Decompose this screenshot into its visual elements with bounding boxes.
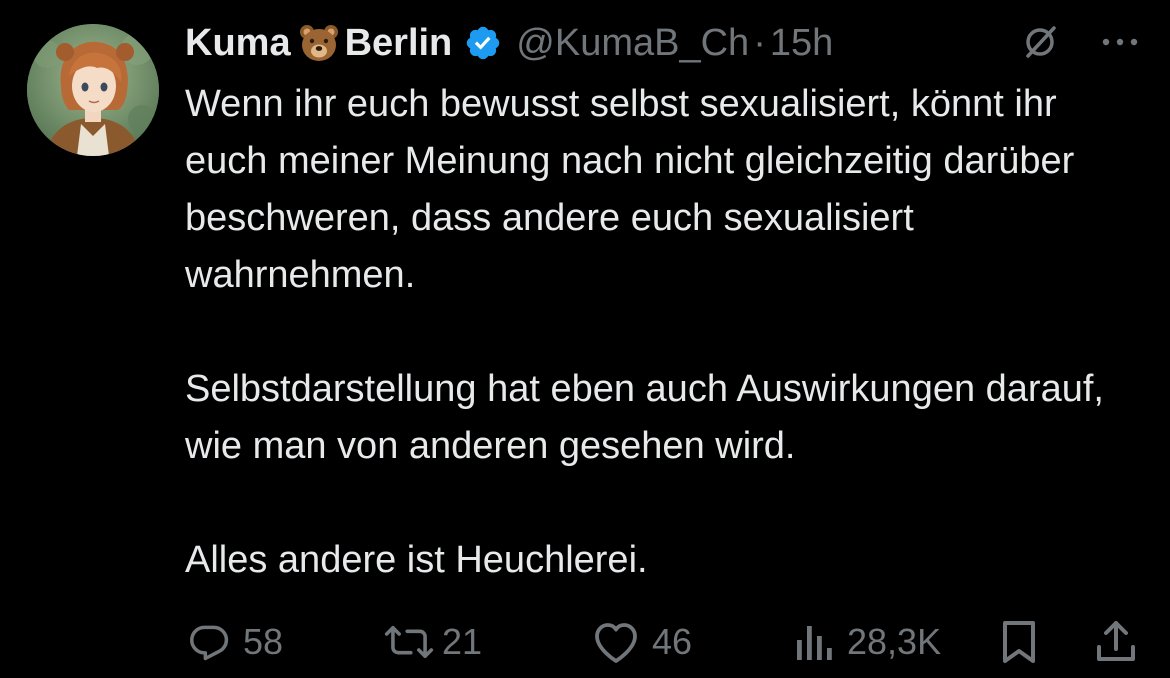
share-icon xyxy=(1095,619,1137,665)
display-name[interactable]: Kuma Berlin xyxy=(185,18,452,68)
views-count: 28,3K xyxy=(847,621,942,662)
display-name-part2[interactable]: Berlin xyxy=(345,18,453,68)
reply-icon xyxy=(187,620,231,664)
verified-badge-icon[interactable] xyxy=(464,24,502,62)
reply-count: 58 xyxy=(243,621,284,662)
repost-icon xyxy=(384,620,434,664)
tweet-paragraph: Wenn ihr euch bewusst selbst sexualisier… xyxy=(185,83,1075,296)
timestamp[interactable]: 15h xyxy=(770,18,833,68)
bookmark-icon xyxy=(999,619,1039,665)
tweet[interactable]: Kuma Berlin @KumaB_Ch · 15h Wenn ihr euc… xyxy=(0,0,1170,678)
more-icon[interactable] xyxy=(1100,36,1140,48)
repost-button[interactable]: 21 xyxy=(384,612,482,672)
share-button[interactable] xyxy=(1095,612,1137,672)
display-name-part1[interactable]: Kuma xyxy=(185,18,291,68)
bookmark-button[interactable] xyxy=(999,612,1039,672)
tweet-paragraph: Alles andere ist Heuchlerei. xyxy=(185,539,648,581)
grok-icon[interactable] xyxy=(1020,22,1060,62)
top-right-icons xyxy=(1020,22,1140,62)
like-button[interactable]: 46 xyxy=(592,612,692,672)
author-handle[interactable]: @KumaB_Ch xyxy=(516,18,749,68)
tweet-paragraph: Selbstdarstellung hat eben auch Auswirku… xyxy=(185,368,1104,467)
repost-count: 21 xyxy=(442,621,483,662)
views-button[interactable]: 28,3K xyxy=(795,612,941,672)
bear-face-emoji-icon xyxy=(297,21,341,65)
action-bar: 58 21 46 28,3K xyxy=(187,612,1147,672)
reply-button[interactable]: 58 xyxy=(187,612,283,672)
tweet-text: Wenn ihr euch bewusst selbst sexualisier… xyxy=(185,76,1145,589)
avatar[interactable] xyxy=(27,24,159,156)
tweet-header: Kuma Berlin @KumaB_Ch · 15h xyxy=(185,18,833,68)
like-count: 46 xyxy=(652,621,693,662)
like-icon xyxy=(592,620,640,664)
views-icon xyxy=(795,620,835,664)
header-separator: · xyxy=(753,22,766,64)
